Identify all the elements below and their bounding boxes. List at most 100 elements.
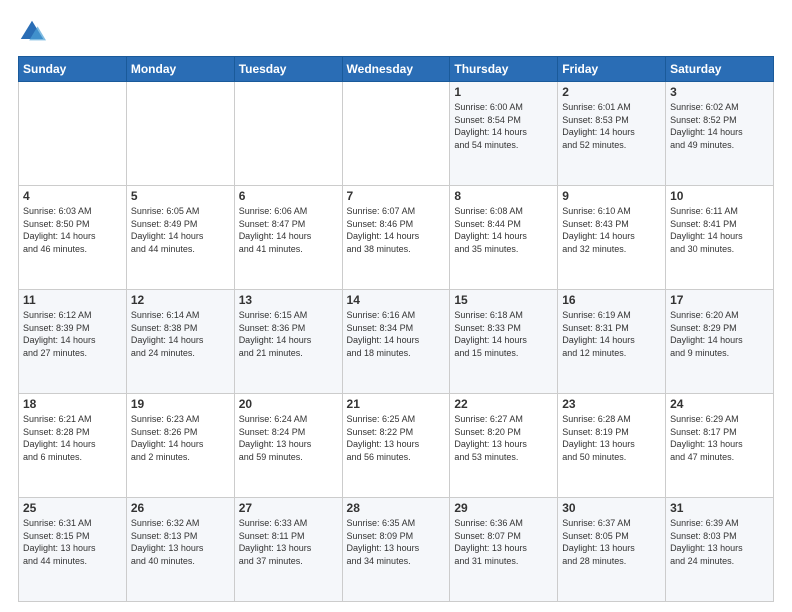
day-number: 24 [670, 397, 769, 411]
logo [18, 18, 48, 46]
calendar-week-row: 11 Sunrise: 6:12 AM Sunset: 8:39 PM Dayli… [19, 290, 774, 394]
day-info: Sunrise: 6:32 AM Sunset: 8:13 PM Dayligh… [131, 517, 230, 567]
day-info: Sunrise: 6:25 AM Sunset: 8:22 PM Dayligh… [347, 413, 446, 463]
calendar-cell: 16Sunrise: 6:19 AM Sunset: 8:31 PM Dayli… [558, 290, 666, 394]
day-info: Sunrise: 6:23 AM Sunset: 8:26 PM Dayligh… [131, 413, 230, 463]
day-number: 29 [454, 501, 553, 515]
day-info: Sunrise: 6:33 AM Sunset: 8:11 PM Dayligh… [239, 517, 338, 567]
page: SundayMondayTuesdayWednesdayThursdayFrid… [0, 0, 792, 612]
day-info: Sunrise: 6:21 AM Sunset: 8:28 PM Dayligh… [23, 413, 122, 463]
calendar-cell: 4 Sunrise: 6:03 AM Sunset: 8:50 PM Daylig… [19, 186, 127, 290]
day-number: 30 [562, 501, 661, 515]
day-info: Sunrise: 6:05 AM Sunset: 8:49 PM Dayligh… [131, 205, 230, 255]
day-number: 27 [239, 501, 338, 515]
day-number: 8 [454, 189, 553, 203]
day-info: Sunrise: 6:02 AM Sunset: 8:52 PM Dayligh… [670, 101, 769, 151]
day-number: 2 [562, 85, 661, 99]
day-info: Sunrise: 6:11 AM Sunset: 8:41 PM Dayligh… [670, 205, 769, 255]
calendar-cell: 7Sunrise: 6:07 AM Sunset: 8:46 PM Daylig… [342, 186, 450, 290]
calendar-cell: 24 Sunrise: 6:29 AM Sunset: 8:17 PM Dayli… [666, 394, 774, 498]
day-info: Sunrise: 6:00 AM Sunset: 8:54 PM Dayligh… [454, 101, 553, 151]
day-info: Sunrise: 6:29 AM Sunset: 8:17 PM Dayligh… [670, 413, 769, 463]
day-number: 10 [670, 189, 769, 203]
day-number: 25 [23, 501, 122, 515]
day-number: 20 [239, 397, 338, 411]
calendar-cell: 11 Sunrise: 6:12 AM Sunset: 8:39 PM Dayli… [19, 290, 127, 394]
day-info: Sunrise: 6:08 AM Sunset: 8:44 PM Dayligh… [454, 205, 553, 255]
day-info: Sunrise: 6:03 AM Sunset: 8:50 PM Dayligh… [23, 205, 122, 255]
day-number: 15 [454, 293, 553, 307]
day-info: Sunrise: 6:37 AM Sunset: 8:05 PM Dayligh… [562, 517, 661, 567]
calendar-cell [234, 82, 342, 186]
day-info: Sunrise: 6:24 AM Sunset: 8:24 PM Dayligh… [239, 413, 338, 463]
calendar-header-row: SundayMondayTuesdayWednesdayThursdayFrid… [19, 57, 774, 82]
day-number: 6 [239, 189, 338, 203]
calendar-week-row: 18 Sunrise: 6:21 AM Sunset: 8:28 PM Dayli… [19, 394, 774, 498]
calendar-cell: 14 Sunrise: 6:16 AM Sunset: 8:34 PM Dayli… [342, 290, 450, 394]
logo-icon [18, 18, 46, 46]
day-number: 18 [23, 397, 122, 411]
calendar-cell: 6 Sunrise: 6:06 AM Sunset: 8:47 PM Daylig… [234, 186, 342, 290]
calendar-cell: 1 Sunrise: 6:00 AM Sunset: 8:54 PM Daylig… [450, 82, 558, 186]
calendar-cell: 15 Sunrise: 6:18 AM Sunset: 8:33 PM Dayli… [450, 290, 558, 394]
day-number: 9 [562, 189, 661, 203]
calendar-cell: 19 Sunrise: 6:23 AM Sunset: 8:26 PM Dayli… [126, 394, 234, 498]
day-info: Sunrise: 6:14 AM Sunset: 8:38 PM Dayligh… [131, 309, 230, 359]
day-number: 12 [131, 293, 230, 307]
day-number: 21 [347, 397, 446, 411]
calendar-cell: 9 Sunrise: 6:10 AM Sunset: 8:43 PM Daylig… [558, 186, 666, 290]
calendar-cell: 22Sunrise: 6:27 AM Sunset: 8:20 PM Dayli… [450, 394, 558, 498]
calendar-cell: 12 Sunrise: 6:14 AM Sunset: 8:38 PM Dayli… [126, 290, 234, 394]
calendar-week-row: 4 Sunrise: 6:03 AM Sunset: 8:50 PM Daylig… [19, 186, 774, 290]
calendar-cell: 10 Sunrise: 6:11 AM Sunset: 8:41 PM Dayli… [666, 186, 774, 290]
day-number: 13 [239, 293, 338, 307]
day-info: Sunrise: 6:10 AM Sunset: 8:43 PM Dayligh… [562, 205, 661, 255]
day-info: Sunrise: 6:36 AM Sunset: 8:07 PM Dayligh… [454, 517, 553, 567]
calendar-cell [19, 82, 127, 186]
calendar-cell: 30 Sunrise: 6:37 AM Sunset: 8:05 PM Dayli… [558, 498, 666, 602]
calendar-cell: 13 Sunrise: 6:15 AM Sunset: 8:36 PM Dayli… [234, 290, 342, 394]
calendar-cell: 27 Sunrise: 6:33 AM Sunset: 8:11 PM Dayli… [234, 498, 342, 602]
calendar-cell: 26Sunrise: 6:32 AM Sunset: 8:13 PM Dayli… [126, 498, 234, 602]
calendar-cell: 29 Sunrise: 6:36 AM Sunset: 8:07 PM Dayli… [450, 498, 558, 602]
calendar-cell: 18 Sunrise: 6:21 AM Sunset: 8:28 PM Dayli… [19, 394, 127, 498]
calendar-cell: 17 Sunrise: 6:20 AM Sunset: 8:29 PM Dayli… [666, 290, 774, 394]
calendar-cell: 5Sunrise: 6:05 AM Sunset: 8:49 PM Daylig… [126, 186, 234, 290]
day-info: Sunrise: 6:27 AM Sunset: 8:20 PM Dayligh… [454, 413, 553, 463]
day-number: 23 [562, 397, 661, 411]
day-info: Sunrise: 6:28 AM Sunset: 8:19 PM Dayligh… [562, 413, 661, 463]
day-number: 11 [23, 293, 122, 307]
day-number: 31 [670, 501, 769, 515]
day-info: Sunrise: 6:39 AM Sunset: 8:03 PM Dayligh… [670, 517, 769, 567]
col-header-tuesday: Tuesday [234, 57, 342, 82]
day-info: Sunrise: 6:07 AM Sunset: 8:46 PM Dayligh… [347, 205, 446, 255]
col-header-wednesday: Wednesday [342, 57, 450, 82]
day-info: Sunrise: 6:06 AM Sunset: 8:47 PM Dayligh… [239, 205, 338, 255]
day-info: Sunrise: 6:20 AM Sunset: 8:29 PM Dayligh… [670, 309, 769, 359]
day-info: Sunrise: 6:15 AM Sunset: 8:36 PM Dayligh… [239, 309, 338, 359]
col-header-friday: Friday [558, 57, 666, 82]
col-header-thursday: Thursday [450, 57, 558, 82]
day-info: Sunrise: 6:16 AM Sunset: 8:34 PM Dayligh… [347, 309, 446, 359]
day-number: 16 [562, 293, 661, 307]
day-number: 17 [670, 293, 769, 307]
day-info: Sunrise: 6:12 AM Sunset: 8:39 PM Dayligh… [23, 309, 122, 359]
calendar-cell: 8 Sunrise: 6:08 AM Sunset: 8:44 PM Daylig… [450, 186, 558, 290]
day-number: 19 [131, 397, 230, 411]
day-number: 1 [454, 85, 553, 99]
calendar-cell: 2Sunrise: 6:01 AM Sunset: 8:53 PM Daylig… [558, 82, 666, 186]
day-number: 14 [347, 293, 446, 307]
calendar-cell [342, 82, 450, 186]
calendar-cell: 21 Sunrise: 6:25 AM Sunset: 8:22 PM Dayli… [342, 394, 450, 498]
calendar-cell: 20 Sunrise: 6:24 AM Sunset: 8:24 PM Dayli… [234, 394, 342, 498]
col-header-monday: Monday [126, 57, 234, 82]
calendar-table: SundayMondayTuesdayWednesdayThursdayFrid… [18, 56, 774, 602]
day-number: 3 [670, 85, 769, 99]
day-info: Sunrise: 6:35 AM Sunset: 8:09 PM Dayligh… [347, 517, 446, 567]
calendar-cell: 28Sunrise: 6:35 AM Sunset: 8:09 PM Dayli… [342, 498, 450, 602]
day-info: Sunrise: 6:18 AM Sunset: 8:33 PM Dayligh… [454, 309, 553, 359]
col-header-saturday: Saturday [666, 57, 774, 82]
col-header-sunday: Sunday [19, 57, 127, 82]
day-info: Sunrise: 6:31 AM Sunset: 8:15 PM Dayligh… [23, 517, 122, 567]
day-number: 4 [23, 189, 122, 203]
